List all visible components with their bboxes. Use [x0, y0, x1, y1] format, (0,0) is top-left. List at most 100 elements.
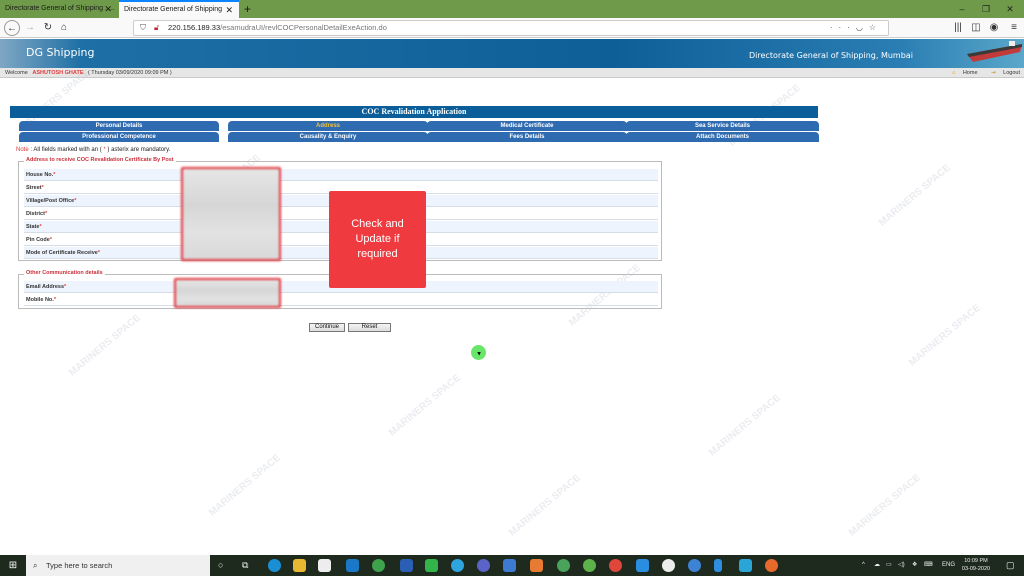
- watermark: MARINERS SPACE: [876, 162, 953, 229]
- field-label: District: [26, 211, 45, 217]
- browser-navbar: ← → ↻ ⌂ ⛉ 🔓︎ 220.156.189.33/esamudraUI/r…: [0, 18, 1024, 38]
- mail-icon[interactable]: [346, 559, 359, 572]
- bookmark-star-icon[interactable]: ☆: [869, 23, 882, 32]
- tab-medical-certificate[interactable]: Medical Certificate: [427, 121, 627, 131]
- app-icon[interactable]: [739, 559, 752, 572]
- notifications-icon[interactable]: ▢: [1006, 555, 1015, 576]
- search-placeholder: Type here to search: [46, 561, 113, 570]
- field-house-no[interactable]: House No.*: [24, 169, 658, 181]
- language-indicator[interactable]: ENG: [942, 555, 955, 576]
- firefox-icon[interactable]: [765, 559, 778, 572]
- browser-titlebar: Directorate General of Shipping : ... ✕ …: [0, 0, 1024, 18]
- browser-tab-2[interactable]: Directorate General of Shipping ✕: [119, 0, 239, 18]
- close-tab-icon[interactable]: ✕: [225, 2, 233, 18]
- dropbox-icon[interactable]: ❖: [912, 555, 917, 576]
- continue-button[interactable]: Continue: [309, 323, 345, 332]
- field-label: Pin Code: [26, 237, 50, 243]
- network-tray-icon[interactable]: ▭: [886, 555, 892, 576]
- taskbar-search[interactable]: ⌕ Type here to search: [26, 555, 210, 576]
- library-icon[interactable]: |||: [950, 20, 966, 36]
- cortana-icon[interactable]: ○: [218, 555, 223, 576]
- app-icon[interactable]: [662, 559, 675, 572]
- required-mark: *: [64, 284, 67, 290]
- new-tab-button[interactable]: +: [244, 0, 251, 18]
- clock-date: 03-09-2020: [961, 566, 991, 572]
- chrome-icon[interactable]: [609, 559, 622, 572]
- communication-legend: Other Communication details: [24, 270, 105, 276]
- account-icon[interactable]: ◉: [986, 20, 1002, 36]
- back-icon[interactable]: ←: [4, 20, 20, 36]
- field-label: Village/Post Office: [26, 198, 75, 204]
- vpn-lock-icon[interactable]: [477, 559, 490, 572]
- home-label: Home: [962, 70, 978, 76]
- tray-chevron-icon[interactable]: ^: [862, 555, 865, 576]
- url-bar[interactable]: ⛉ 🔓︎ 220.156.189.33/esamudraUI/revlCOCPe…: [133, 20, 889, 36]
- tab-attach-documents[interactable]: Attach Documents: [626, 132, 819, 142]
- tab-title: Directorate General of Shipping: [124, 6, 223, 13]
- required-mark: *: [97, 250, 100, 256]
- app-icon[interactable]: [583, 559, 596, 572]
- watermark: MARINERS SPACE: [506, 472, 583, 539]
- home-icon[interactable]: ⌂: [56, 20, 72, 36]
- more-icon[interactable]: ···: [830, 23, 856, 32]
- field-label: Mode of Certificate Receive: [26, 250, 98, 256]
- forward-icon[interactable]: →: [22, 20, 38, 36]
- network-icon[interactable]: [503, 559, 516, 572]
- volume-icon[interactable]: ◁): [898, 555, 905, 576]
- whatsapp-icon[interactable]: [425, 559, 438, 572]
- tab-causality-enquiry[interactable]: Causality & Enquiry: [228, 132, 428, 142]
- home-link[interactable]: ⌂ Home: [946, 70, 978, 76]
- insecure-lock-icon[interactable]: 🔓︎: [154, 21, 159, 35]
- tab-professional-competence[interactable]: Professional Competence: [19, 132, 219, 142]
- tab-fees-details[interactable]: Fees Details: [427, 132, 627, 142]
- task-view-icon[interactable]: ⧉: [242, 555, 248, 576]
- tab-sea-service-details[interactable]: Sea Service Details: [626, 121, 819, 131]
- mandatory-note: Note : All fields marked with an ( * ) a…: [16, 147, 170, 153]
- logout-icon: ⇥: [991, 70, 996, 76]
- app-icon[interactable]: [688, 559, 701, 572]
- clock-time: 10:09 PM: [964, 558, 988, 564]
- field-label: Mobile No.: [26, 297, 54, 303]
- menu-icon[interactable]: ≡: [1006, 20, 1022, 36]
- windows-start-icon[interactable]: ⊞: [0, 555, 26, 576]
- powershell-icon[interactable]: [400, 559, 413, 572]
- minimize-icon[interactable]: –: [950, 0, 974, 18]
- sidebar-icon[interactable]: ◫: [968, 20, 984, 36]
- site-title: DG Shipping: [26, 46, 95, 59]
- taskbar-clock[interactable]: 10:09 PM 03-09-2020: [956, 557, 996, 573]
- reset-button[interactable]: Reset: [348, 323, 391, 332]
- shield-icon[interactable]: ⛉: [140, 21, 146, 35]
- app-icon[interactable]: [714, 559, 722, 572]
- pocket-icon[interactable]: ◡: [856, 23, 869, 32]
- windows-taskbar: ⊞ ⌕ Type here to search ○ ⧉ ^ ☁ ▭ ◁) ❖ ⌨…: [0, 555, 1024, 576]
- site-header: DG Shipping Directorate General of Shipp…: [0, 39, 1024, 68]
- onedrive-icon[interactable]: ☁: [874, 555, 880, 576]
- site-subtitle: Directorate General of Shipping, Mumbai: [749, 51, 913, 60]
- logout-link[interactable]: ⇥ Logout: [985, 70, 1020, 76]
- upwork-icon[interactable]: [372, 559, 385, 572]
- redacted-contact-values: [174, 278, 281, 308]
- note-label: Note: [16, 147, 29, 153]
- browser-tab-1[interactable]: Directorate General of Shipping : ... ✕: [0, 0, 118, 18]
- file-explorer-icon[interactable]: [293, 559, 306, 572]
- keyboard-icon[interactable]: ⌨: [924, 555, 933, 576]
- telegram-icon[interactable]: [451, 559, 464, 572]
- reload-icon[interactable]: ↻: [40, 20, 56, 36]
- edge-icon[interactable]: [268, 559, 281, 572]
- required-mark: *: [44, 211, 48, 217]
- user-name: ASHUTOSH GHATE: [32, 70, 84, 76]
- tab-address[interactable]: Address: [228, 121, 428, 131]
- field-mobile-no[interactable]: Mobile No.*: [24, 294, 658, 306]
- required-mark: *: [41, 185, 44, 191]
- store-icon[interactable]: [318, 559, 331, 572]
- chrome-profile-icon[interactable]: [557, 559, 570, 572]
- xampp-icon[interactable]: [530, 559, 543, 572]
- required-mark: *: [53, 297, 56, 303]
- vscode-icon[interactable]: [636, 559, 649, 572]
- required-mark: *: [39, 224, 42, 230]
- close-tab-icon[interactable]: ✕: [104, 0, 112, 18]
- tab-personal-details[interactable]: Personal Details: [19, 121, 219, 131]
- watermark: MARINERS SPACE: [386, 372, 463, 439]
- close-window-icon[interactable]: ✕: [998, 0, 1022, 18]
- restore-icon[interactable]: ❐: [974, 0, 998, 18]
